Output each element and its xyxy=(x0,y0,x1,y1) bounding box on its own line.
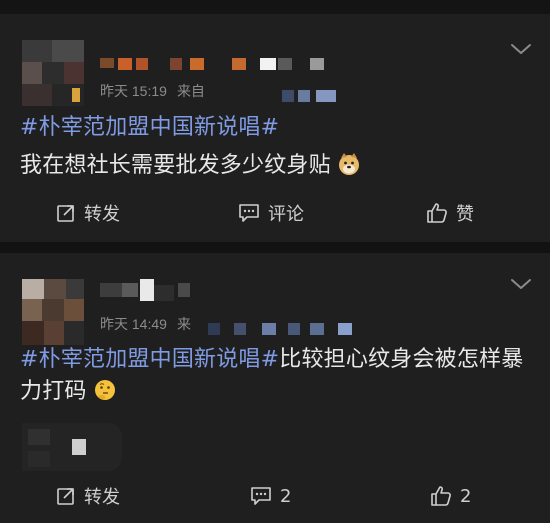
avatar[interactable] xyxy=(22,279,84,345)
comment-button[interactable]: 评论 xyxy=(238,198,304,228)
like-count: 2 xyxy=(460,485,472,507)
post-text: #朴宰范加盟中国新说唱#比较担心纹身会被怎样暴力打码 xyxy=(20,344,530,408)
blurred-username[interactable] xyxy=(100,52,340,70)
repost-button[interactable]: 转发 xyxy=(56,481,120,511)
post-time: 昨天 14:49 xyxy=(100,316,167,332)
hashtag-link[interactable]: #朴宰范加盟中国新说唱# xyxy=(20,115,279,140)
like-button[interactable]: 2 xyxy=(430,481,471,511)
dog-face-icon xyxy=(338,153,359,175)
comment-count: 2 xyxy=(280,485,292,507)
blurred-source xyxy=(282,90,342,104)
hashtag-link[interactable]: #朴宰范加盟中国新说唱# xyxy=(20,347,279,372)
post-meta: 昨天 15:19 来自 xyxy=(100,81,215,101)
post-meta: 昨天 14:49 来 xyxy=(100,314,201,334)
chevron-down-icon[interactable] xyxy=(510,42,532,56)
blurred-source xyxy=(208,323,368,337)
repost-label: 转发 xyxy=(84,204,120,225)
repost-label: 转发 xyxy=(84,487,120,508)
feed-card-2[interactable]: 昨天 14:49 来 #朴宰范加盟中国新说唱#比较担心纹身会被怎样暴力打码 转发… xyxy=(0,253,550,523)
feed-card-1[interactable]: 昨天 15:19 来自 #朴宰范加盟中国新说唱# 我在想社长需要批发多少纹身贴 xyxy=(0,14,550,242)
thinking-face-icon xyxy=(94,380,115,400)
post-source-label: 来自 xyxy=(176,83,205,99)
repost-button[interactable]: 转发 xyxy=(56,198,120,228)
comment-icon xyxy=(251,487,271,505)
like-label: 赞 xyxy=(456,204,474,225)
comment-icon xyxy=(239,204,259,222)
card-divider xyxy=(0,242,550,253)
blurred-username[interactable] xyxy=(100,279,200,301)
avatar[interactable] xyxy=(22,40,84,106)
comment-label: 评论 xyxy=(268,204,304,225)
like-button[interactable]: 赞 xyxy=(426,198,474,228)
comment-button[interactable]: 2 xyxy=(250,481,291,511)
post-text: #朴宰范加盟中国新说唱# 我在想社长需要批发多少纹身贴 xyxy=(20,112,530,182)
thumbs-up-icon xyxy=(431,486,451,506)
blurred-image-thumbnail[interactable] xyxy=(22,423,122,471)
repost-icon xyxy=(57,488,74,505)
repost-icon xyxy=(57,205,74,222)
action-bar: 转发 评论 赞 xyxy=(0,198,550,228)
post-source-label: 来 xyxy=(176,316,191,332)
chevron-down-icon[interactable] xyxy=(510,277,532,291)
post-time: 昨天 15:19 xyxy=(100,83,167,99)
thumbs-up-icon xyxy=(427,203,447,223)
post-content: 我在想社长需要批发多少纹身贴 xyxy=(20,153,331,178)
action-bar: 转发 2 2 xyxy=(0,481,550,511)
